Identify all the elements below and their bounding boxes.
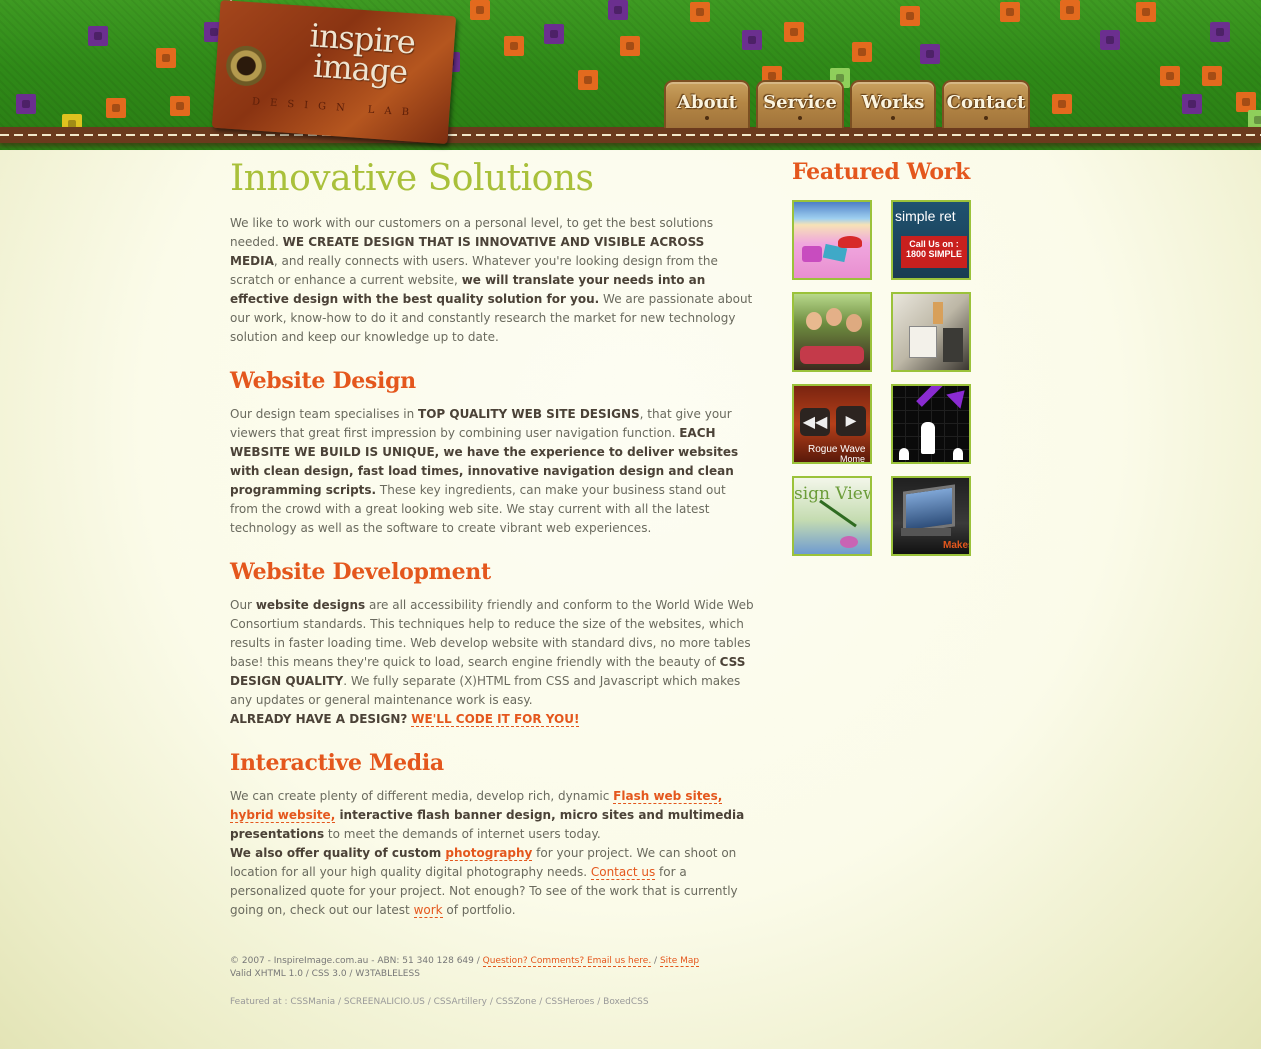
featured-cssmania-link[interactable]: CSSMania [290,997,335,1007]
featured-thumb-growth-arrow[interactable] [891,384,971,464]
site-logo[interactable]: inspire image DESIGN LAB [211,0,457,145]
nav-service-label: Service [763,92,837,113]
contact-us-link[interactable]: Contact us [590,865,656,880]
logo-subtitle: DESIGN LAB [251,96,420,120]
featured-csszone-link[interactable]: CSSZone [496,997,537,1007]
featured-work-sidebar: Featured Work simple ret Call Us on : 18… [792,158,992,556]
website-design-heading: Website Design [230,368,416,394]
featured-cssheroes-link[interactable]: CSSHeroes [545,997,594,1007]
site-header: inspire image DESIGN LAB About Service W… [0,0,1261,150]
code-it-link[interactable]: WE'LL CODE IT FOR YOU! [411,712,580,727]
featured-thumb-design-view[interactable]: sign View [792,476,872,556]
nav-works-label: Works [861,92,925,113]
featured-thumb-touch-screen[interactable]: Makes [891,476,971,556]
website-design-paragraph: Our design team specialises in TOP QUALI… [230,407,739,535]
featured-thumb-handbags[interactable] [792,200,872,280]
intro-paragraph: We like to work with our customers on a … [230,216,753,344]
featured-thumb-rogue-wave[interactable]: ◀◀ ▶ Rogue Wave Mome [792,384,872,464]
photography-link[interactable]: photography [445,846,533,861]
email-link[interactable]: Question? Comments? Email us here. [482,956,652,967]
featured-work-heading: Featured Work [792,159,970,185]
main-content: Innovative Solutions We like to work wit… [230,158,754,920]
interactive-media-heading: Interactive Media [230,750,444,776]
featured-thumb-simple-retail[interactable]: simple ret Call Us on : 1800 SIMPLE [891,200,971,280]
nav-service[interactable]: Service [756,80,844,128]
nav-contact-label: Contact [946,92,1026,113]
interactive-media-paragraph: We can create plenty of different media,… [230,789,745,918]
footer-copyright: © 2007 - InspireImage.com.au - ABN: 51 3… [230,956,700,967]
logo-text: inspire image [308,16,417,92]
stitched-border [0,127,1261,143]
sitemap-link[interactable]: Site Map [659,956,700,967]
featured-thumb-three-women[interactable] [792,292,872,372]
nav-contact[interactable]: Contact [942,80,1030,128]
website-development-paragraph: Our website designs are all accessibilit… [230,598,754,727]
website-development-heading: Website Development [230,559,491,585]
featured-boxedcss-link[interactable]: BoxedCSS [603,997,648,1007]
page-title: Innovative Solutions [230,158,594,199]
footer-featured-at: Featured at : CSSMania / SCREENALICIO.US… [230,997,649,1007]
featured-screenalicious-link[interactable]: SCREENALICIO.US [344,997,425,1007]
featured-thumb-furniture[interactable] [891,292,971,372]
site-footer: © 2007 - InspireImage.com.au - ABN: 51 3… [230,955,830,1009]
nav-about[interactable]: About [664,80,750,128]
nav-about-label: About [677,92,737,113]
grommet-icon [224,44,268,88]
footer-validity: Valid XHTML 1.0 / CSS 3.0 / W3TABLELESS [230,969,420,979]
nav-works[interactable]: Works [850,80,936,128]
featured-cssartillery-link[interactable]: CSSArtillery [434,997,487,1007]
work-link[interactable]: work [413,903,443,918]
